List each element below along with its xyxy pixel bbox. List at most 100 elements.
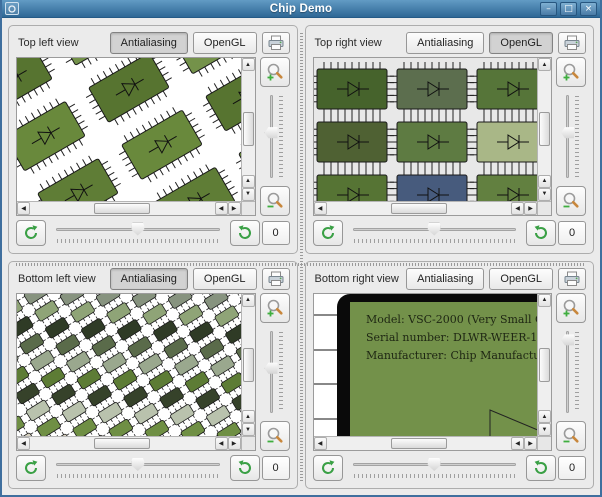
vertical-scrollbar[interactable]: ▲ ▲ ▼ <box>240 293 255 436</box>
scroll-right-button[interactable]: ▶ <box>227 201 241 215</box>
vertical-scrollbar[interactable]: ▲ ▲ ▼ <box>537 58 551 201</box>
vertical-scroll-track[interactable] <box>242 71 255 175</box>
scroll-down-button[interactable]: ▼ <box>241 187 255 201</box>
scroll-up-button[interactable]: ▲ <box>538 58 551 71</box>
zoom-in-button[interactable] <box>556 57 586 87</box>
horizontal-scroll-track[interactable] <box>30 202 215 215</box>
rotate-slider-handle[interactable] <box>131 222 145 236</box>
rotate-left-button[interactable] <box>312 455 343 481</box>
vertical-scrollbar[interactable]: ▲ ▲ ▼ <box>240 58 255 201</box>
rotate-left-button[interactable] <box>16 219 46 246</box>
zoom-out-button[interactable] <box>259 421 290 451</box>
titlebar[interactable]: Chip Demo – □ × <box>2 0 600 18</box>
horizontal-scrollbar[interactable]: ◀ ◀ ▶ <box>17 436 241 450</box>
print-button[interactable] <box>558 32 586 54</box>
zoom-slider[interactable] <box>560 92 582 181</box>
vertical-scroll-thumb[interactable] <box>539 347 550 382</box>
scroll-up-button[interactable]: ▲ <box>241 293 255 307</box>
rotation-spinbox[interactable]: 0 <box>558 456 586 480</box>
scroll-right-button[interactable]: ▶ <box>227 437 241 450</box>
horizontal-scroll-thumb[interactable] <box>390 202 447 214</box>
print-button[interactable] <box>261 32 290 54</box>
zoom-slider[interactable] <box>264 328 286 417</box>
scroll-up-button-2[interactable]: ▲ <box>538 174 551 188</box>
print-button[interactable] <box>558 267 586 290</box>
scroll-right-button[interactable]: ▶ <box>524 437 537 450</box>
horizontal-scroll-thumb[interactable] <box>94 438 151 449</box>
rotation-spinbox[interactable]: 0 <box>261 456 290 480</box>
horizontal-scroll-thumb[interactable] <box>94 202 151 214</box>
antialiasing-button[interactable]: Antialiasing <box>109 32 188 54</box>
scroll-up-button[interactable]: ▲ <box>538 293 551 307</box>
vertical-scroll-thumb[interactable] <box>242 347 254 382</box>
zoom-out-button[interactable] <box>556 421 586 451</box>
vertical-splitter-handle[interactable] <box>300 33 303 481</box>
horizontal-scroll-track[interactable] <box>327 437 512 450</box>
opengl-button[interactable]: OpenGL <box>192 267 257 290</box>
vertical-scroll-track[interactable] <box>538 71 551 175</box>
scroll-left-button-2[interactable]: ◀ <box>214 437 228 450</box>
scroll-down-button[interactable]: ▼ <box>241 423 255 436</box>
rotate-left-button[interactable] <box>16 455 46 481</box>
rotate-right-button[interactable] <box>526 455 556 481</box>
graphics-scene[interactable] <box>313 58 537 201</box>
rotate-right-button[interactable] <box>229 219 260 246</box>
scroll-up-button-2[interactable]: ▲ <box>538 410 551 423</box>
scroll-right-button[interactable]: ▶ <box>524 201 537 215</box>
rotate-slider[interactable] <box>350 455 520 481</box>
rotate-right-button[interactable] <box>526 219 556 246</box>
graphics-scene[interactable] <box>17 293 241 436</box>
zoom-slider-handle[interactable] <box>264 127 278 139</box>
zoom-slider-handle[interactable] <box>561 127 574 139</box>
rotate-slider[interactable] <box>53 220 223 246</box>
scroll-down-button[interactable]: ▼ <box>538 187 551 201</box>
vertical-scrollbar[interactable]: ▲ ▲ ▼ <box>537 293 551 436</box>
scroll-left-button[interactable]: ◀ <box>313 201 327 215</box>
scroll-left-button-2[interactable]: ◀ <box>511 437 524 450</box>
zoom-slider[interactable] <box>264 92 286 181</box>
rotate-slider[interactable] <box>53 455 223 481</box>
horizontal-scroll-thumb[interactable] <box>390 438 447 449</box>
zoom-slider-handle[interactable] <box>561 334 574 346</box>
antialiasing-button[interactable]: Antialiasing <box>406 32 485 54</box>
graphics-scene[interactable] <box>17 58 241 201</box>
vertical-scroll-track[interactable] <box>538 307 551 411</box>
horizontal-scrollbar[interactable]: ◀ ◀ ▶ <box>313 436 537 450</box>
zoom-out-button[interactable] <box>259 185 290 216</box>
scroll-up-button-2[interactable]: ▲ <box>241 174 255 188</box>
rotate-right-button[interactable] <box>229 455 260 481</box>
opengl-button[interactable]: OpenGL <box>489 32 553 54</box>
scroll-down-button[interactable]: ▼ <box>538 423 551 436</box>
zoom-in-button[interactable] <box>556 292 586 323</box>
zoom-in-button[interactable] <box>259 292 290 323</box>
rotate-slider-handle[interactable] <box>427 458 441 471</box>
vertical-scroll-track[interactable] <box>242 307 255 411</box>
rotate-slider[interactable] <box>350 220 520 246</box>
scroll-left-button[interactable]: ◀ <box>17 437 30 450</box>
opengl-button[interactable]: OpenGL <box>192 32 257 54</box>
zoom-slider[interactable] <box>560 328 582 417</box>
rotate-slider-handle[interactable] <box>427 222 441 236</box>
horizontal-scrollbar[interactable]: ◀ ◀ ▶ <box>17 200 241 215</box>
horizontal-splitter-handle[interactable] <box>16 263 586 266</box>
opengl-button[interactable]: OpenGL <box>489 267 553 290</box>
scroll-left-button-2[interactable]: ◀ <box>511 201 524 215</box>
scroll-up-button-2[interactable]: ▲ <box>241 410 255 423</box>
horizontal-scroll-track[interactable] <box>327 202 512 215</box>
scroll-left-button[interactable]: ◀ <box>17 201 30 215</box>
scroll-left-button-2[interactable]: ◀ <box>214 201 228 215</box>
antialiasing-button[interactable]: Antialiasing <box>406 267 485 290</box>
vertical-scroll-thumb[interactable] <box>242 112 254 147</box>
print-button[interactable] <box>261 267 290 290</box>
zoom-out-button[interactable] <box>556 185 586 216</box>
horizontal-scrollbar[interactable]: ◀ ◀ ▶ <box>313 200 537 215</box>
vertical-scroll-thumb[interactable] <box>539 112 550 147</box>
zoom-in-button[interactable] <box>259 57 290 87</box>
graphics-scene[interactable]: Model: VSC-2000 (Very Small Chip) at 9 Se… <box>313 293 537 436</box>
rotate-slider-handle[interactable] <box>131 458 145 471</box>
rotate-left-button[interactable] <box>312 219 343 246</box>
scroll-up-button[interactable]: ▲ <box>241 58 255 71</box>
horizontal-scroll-track[interactable] <box>30 437 215 450</box>
rotation-spinbox[interactable]: 0 <box>558 220 586 245</box>
rotation-spinbox[interactable]: 0 <box>261 220 290 245</box>
